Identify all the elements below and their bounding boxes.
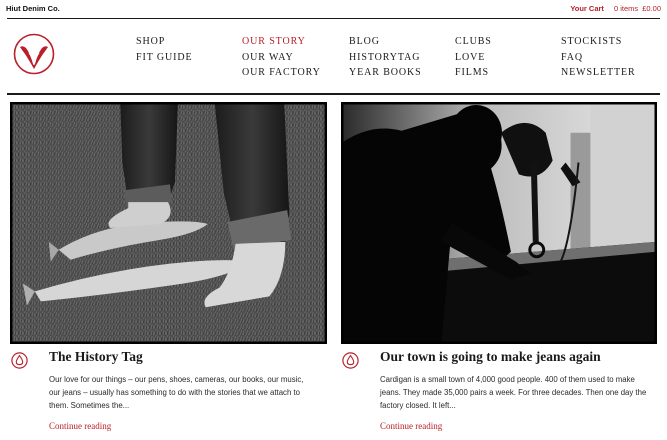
nav-love[interactable]: LOVE (455, 50, 492, 66)
nav-column-stockists: STOCKISTS FAQ NEWSLETTER (561, 34, 636, 81)
top-bar: Hiut Denim Co. Your Cart 0 items £0.00 (0, 0, 667, 19)
nav-our-way[interactable]: OUR WAY (242, 50, 321, 66)
nav-column-clubs: CLUBS LOVE FILMS (455, 34, 492, 81)
nav-fit-guide[interactable]: FIT GUIDE (136, 50, 193, 66)
nav-historytag[interactable]: HISTORYTAG (349, 50, 422, 66)
nav-our-story[interactable]: OUR STORY (242, 34, 321, 50)
nav-clubs[interactable]: CLUBS (455, 34, 492, 50)
nav-column-shop: SHOP FIT GUIDE (136, 34, 193, 65)
hiut-logo-icon[interactable] (13, 33, 55, 75)
continue-reading-link[interactable]: Continue reading (49, 421, 111, 431)
post-excerpt: Our love for our things – our pens, shoe… (49, 375, 304, 410)
post-image-town-jeans[interactable] (341, 102, 657, 344)
nav-films[interactable]: FILMS (455, 65, 492, 81)
post-image-history-tag[interactable] (10, 102, 327, 344)
drop-icon (11, 352, 28, 369)
nav-stockists[interactable]: STOCKISTS (561, 34, 636, 50)
cart-title[interactable]: Your Cart (570, 4, 604, 13)
nav-our-factory[interactable]: OUR FACTORY (242, 65, 321, 81)
nav-shop[interactable]: SHOP (136, 34, 193, 50)
photo-sewing-machine-icon (342, 103, 656, 343)
nav-blog[interactable]: BLOG (349, 34, 422, 50)
nav-column-story: OUR STORY OUR WAY OUR FACTORY (242, 34, 321, 81)
drop-icon (342, 352, 359, 369)
nav-newsletter[interactable]: NEWSLETTER (561, 65, 636, 81)
nav-year-books[interactable]: YEAR BOOKS (349, 65, 422, 81)
brand-name[interactable]: Hiut Denim Co. (6, 4, 60, 13)
top-divider (7, 18, 660, 19)
cart-items[interactable]: 0 items (614, 4, 638, 13)
cart-total[interactable]: £0.00 (642, 4, 661, 13)
header-divider (7, 93, 660, 95)
continue-reading-link[interactable]: Continue reading (380, 421, 442, 431)
nav-column-blog: BLOG HISTORYTAG YEAR BOOKS (349, 34, 422, 81)
post-title[interactable]: Our town is going to make jeans again (380, 349, 601, 365)
photo-barefoot-fish-icon (11, 103, 326, 343)
nav-faq[interactable]: FAQ (561, 50, 636, 66)
post-title[interactable]: The History Tag (49, 349, 143, 365)
post-excerpt: Cardigan is a small town of 4,000 good p… (380, 375, 647, 410)
cart-summary[interactable]: Your Cart 0 items £0.00 (570, 4, 661, 13)
